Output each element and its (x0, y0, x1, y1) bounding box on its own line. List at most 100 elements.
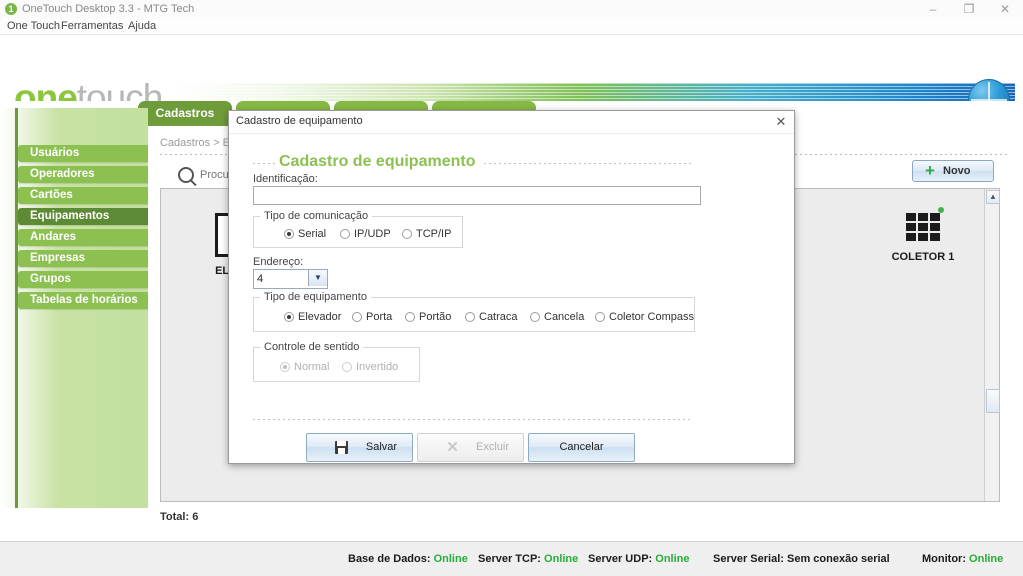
radio-button-icon (284, 312, 294, 322)
radio-label: Cancela (544, 311, 585, 323)
scrollbar-thumb[interactable] (986, 389, 1000, 413)
dialog-heading: Cadastro de equipamento (279, 153, 476, 170)
radio-button-icon (280, 362, 290, 372)
status-label: Monitor: (922, 553, 966, 565)
sidebar-item-equipamentos[interactable]: Equipamentos (18, 208, 156, 225)
radio-direction-invertido[interactable]: Invertido (342, 361, 398, 374)
total-label: Total: (160, 511, 190, 523)
menu-item-ajuda[interactable]: Ajuda (124, 19, 160, 33)
status-value: Online (544, 553, 579, 565)
status-bar: Base de Dados: Online Server TCP: Online… (0, 541, 1023, 576)
direction-control-fieldset: Controle de sentido Normal Invertido (253, 341, 420, 382)
address-label: Endereço: (253, 256, 304, 268)
radio-comm-ipudp[interactable]: IP/UDP (340, 228, 391, 241)
sidebar-item-usuarios[interactable]: Usuários (18, 145, 156, 162)
radio-button-icon (530, 312, 540, 322)
radio-direction-normal[interactable]: Normal (280, 361, 329, 374)
window-titlebar: 1 OneTouch Desktop 3.3 - MTG Tech – ❐ ✕ (0, 0, 1023, 19)
maximize-icon[interactable]: ❐ (951, 0, 987, 18)
plus-icon: + (925, 161, 935, 180)
status-label: Server UDP: (588, 553, 653, 565)
identification-label: Identificação: (253, 173, 318, 185)
online-status-dot (938, 207, 944, 213)
cancel-button[interactable]: Cancelar (528, 433, 635, 462)
status-label: Server Serial: (713, 553, 784, 565)
banner-gradient-bar (175, 83, 1015, 101)
menu-item-ferramentas[interactable]: Ferramentas (57, 19, 127, 33)
radio-button-icon (465, 312, 475, 322)
dialog-titlebar: Cadastro de equipamento ✕ (229, 111, 794, 134)
radio-label: Coletor Compass (609, 311, 694, 323)
radio-button-icon (352, 312, 362, 322)
status-base-de-dados: Base de Dados: Online (348, 553, 468, 565)
communication-type-legend: Tipo de comunicação (260, 210, 373, 222)
cancel-label: Cancelar (559, 441, 604, 453)
status-label: Server TCP: (478, 553, 541, 565)
search-icon[interactable] (178, 167, 194, 183)
chevron-down-icon[interactable]: ▼ (308, 270, 327, 286)
radio-type-cancela[interactable]: Cancela (530, 311, 584, 324)
status-server-tcp: Server TCP: Online (478, 553, 578, 565)
radio-type-coletor-compass[interactable]: Coletor Compass (595, 311, 694, 324)
equipment-card-coletor-1[interactable]: COLETOR 1 (863, 207, 983, 263)
status-value: Online (655, 553, 690, 565)
sidebar-item-empresas[interactable]: Empresas (18, 250, 156, 267)
communication-type-fieldset: Tipo de comunicação Serial IP/UDP TCP/IP (253, 210, 463, 248)
radio-label: Elevador (298, 311, 342, 323)
sidebar-item-tabelas-horarios[interactable]: Tabelas de horários (18, 292, 156, 309)
radio-button-icon (342, 362, 352, 372)
status-value: Online (433, 553, 468, 565)
identification-input[interactable] (253, 186, 701, 205)
radio-comm-serial[interactable]: Serial (284, 228, 326, 241)
vertical-scrollbar[interactable]: ▲ (984, 189, 1000, 501)
radio-button-icon (340, 229, 350, 239)
brand-logo: onetouch SOLUÇÃO EM BIOMETRIA PARA CONDO… (14, 79, 230, 102)
radio-type-elevador[interactable]: Elevador (284, 311, 341, 324)
status-label: Base de Dados: (348, 553, 431, 565)
heading-divider-right (484, 163, 691, 164)
status-server-udp: Server UDP: Online (588, 553, 690, 565)
radio-label: TCP/IP (416, 228, 452, 240)
save-label: Salvar (365, 441, 398, 453)
save-button[interactable]: Salvar (306, 433, 413, 462)
app-logo-icon: 1 (5, 3, 17, 15)
radio-label: IP/UDP (354, 228, 391, 240)
equipment-label: COLETOR 1 (891, 251, 955, 263)
sidebar-item-cartoes[interactable]: Cartões (18, 187, 156, 204)
scroll-up-icon[interactable]: ▲ (986, 190, 1000, 204)
menu-item-one-touch[interactable]: One Touch (3, 19, 64, 33)
radio-type-portao[interactable]: Portão (405, 311, 451, 324)
status-value: Sem conexão serial (787, 553, 890, 565)
radio-label: Serial (298, 228, 327, 240)
dialog-close-icon[interactable]: ✕ (772, 113, 790, 131)
logo-text-one: one (14, 77, 78, 102)
add-new-label: Novo (943, 165, 971, 177)
radio-label: Portão (419, 311, 452, 323)
radio-type-porta[interactable]: Porta (352, 311, 392, 324)
radio-label: Invertido (356, 361, 399, 373)
radio-comm-tcpip[interactable]: TCP/IP (402, 228, 451, 241)
radio-label: Catraca (479, 311, 518, 323)
sidebar-item-operadores[interactable]: Operadores (18, 166, 156, 183)
address-dropdown[interactable]: 4 ▼ (253, 269, 328, 289)
sidebar-item-grupos[interactable]: Grupos (18, 271, 156, 288)
tab-cadastros[interactable]: Cadastros (138, 101, 232, 126)
menu-bar: One Touch Ferramentas Ajuda (0, 18, 1023, 35)
radio-type-catraca[interactable]: Catraca (465, 311, 518, 324)
window-title: OneTouch Desktop 3.3 - MTG Tech (22, 3, 195, 15)
radio-label: Normal (294, 361, 330, 373)
status-monitor: Monitor: Online (922, 553, 1003, 565)
radio-label: Porta (366, 311, 393, 323)
dialog-footer-divider (253, 419, 693, 420)
radio-button-icon (595, 312, 605, 322)
close-icon[interactable]: ✕ (987, 0, 1023, 18)
address-value: 4 (257, 273, 264, 285)
total-count: Total: 6 (160, 511, 198, 523)
total-value: 6 (192, 511, 199, 523)
keypad-grid-icon (906, 207, 944, 243)
app-banner: onetouch SOLUÇÃO EM BIOMETRIA PARA CONDO… (0, 35, 1023, 102)
equipment-type-legend: Tipo de equipamento (260, 291, 371, 303)
minimize-icon[interactable]: – (915, 0, 951, 18)
sidebar-item-andares[interactable]: Andares (18, 229, 156, 246)
add-new-button[interactable]: + Novo (912, 160, 994, 182)
